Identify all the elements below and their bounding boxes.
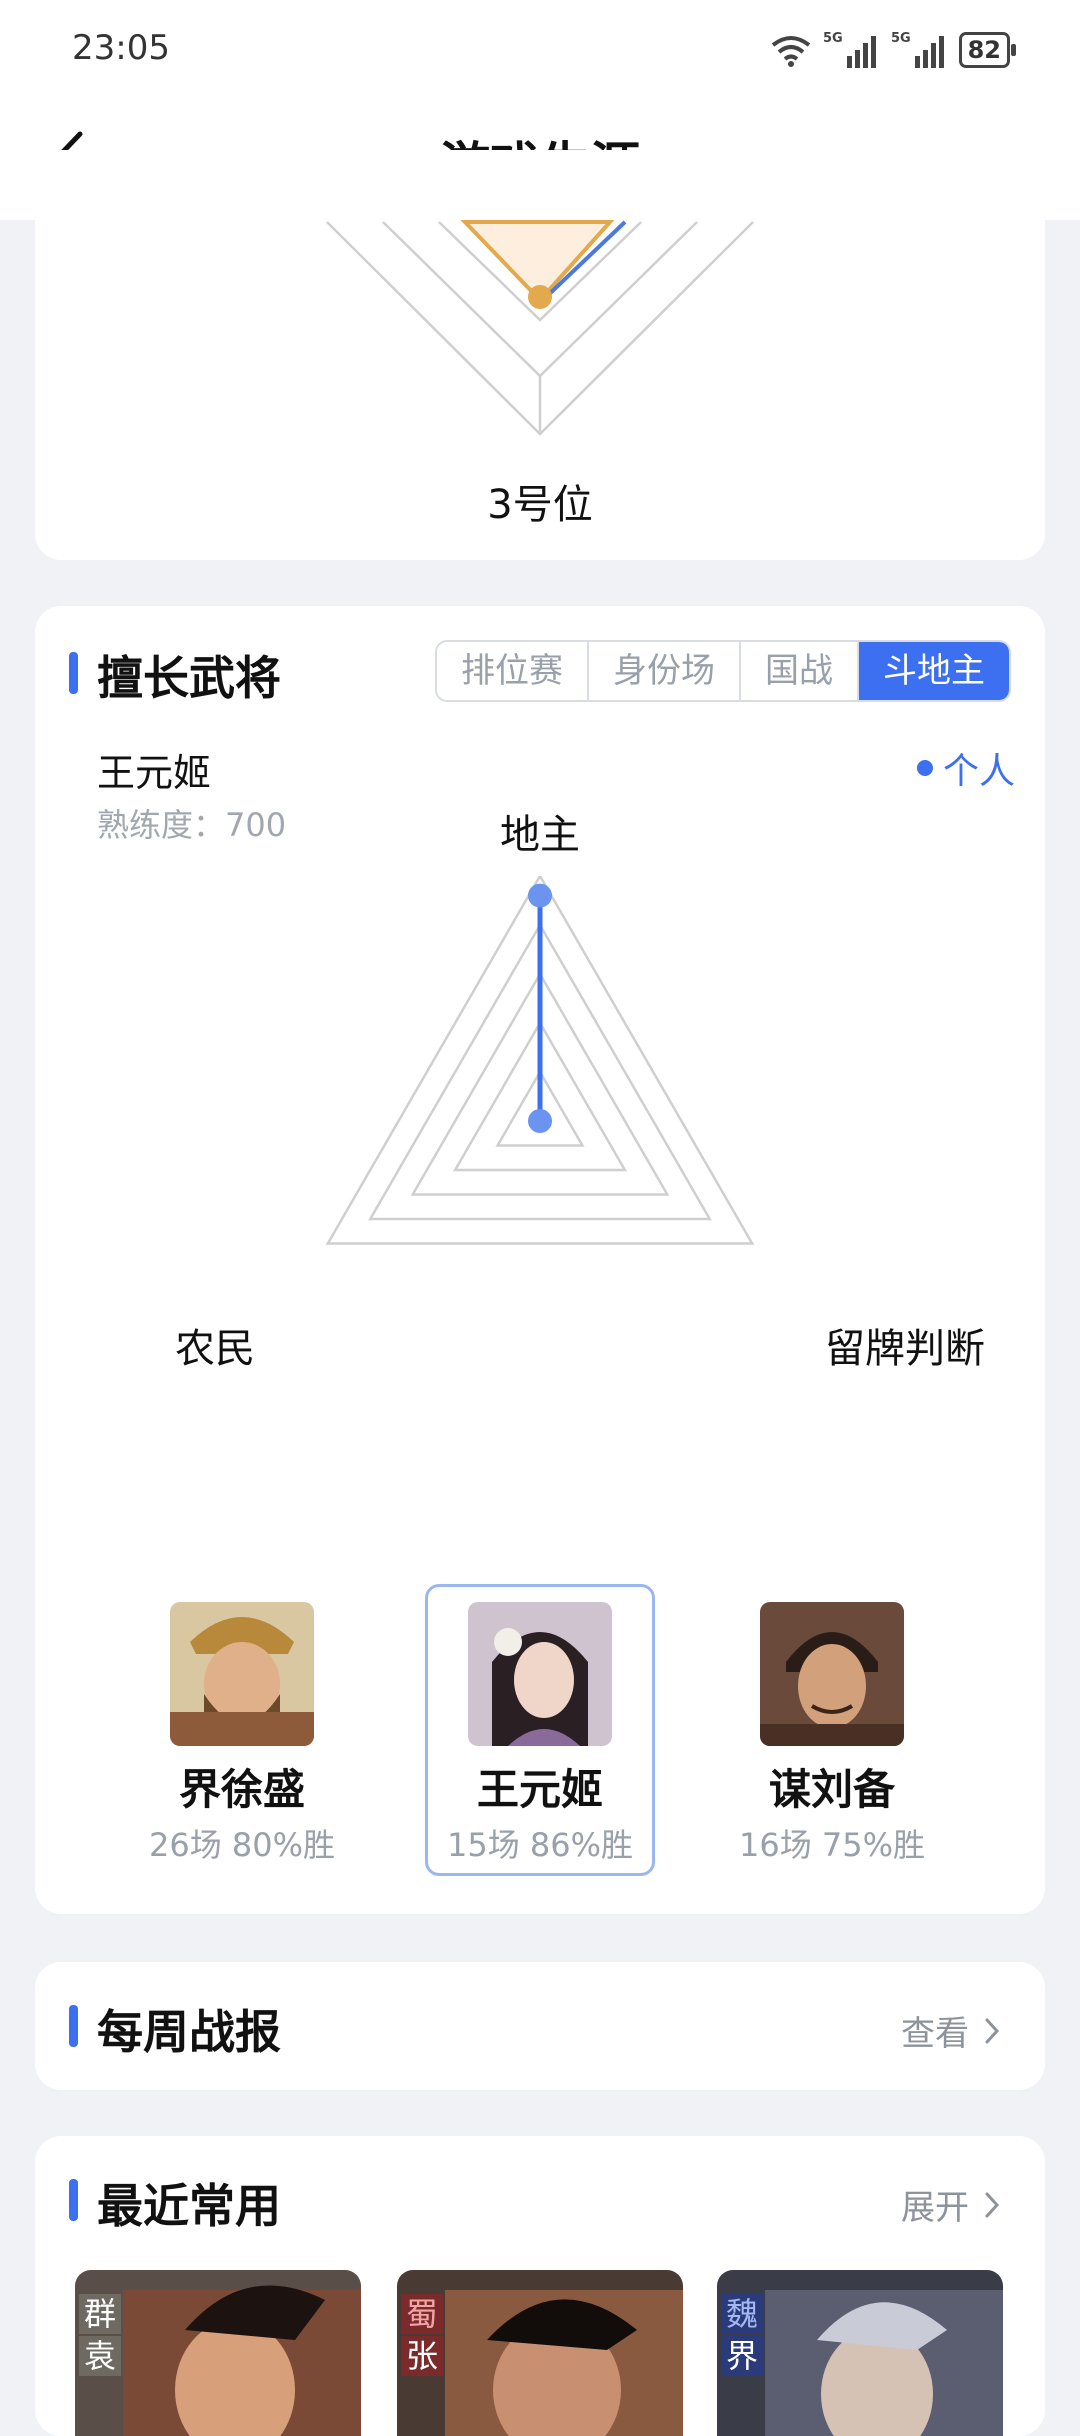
favorite-generals-card: 擅长武将 排位赛 身份场 国战 斗地主 王元姬 熟练度：700 个人 地主 农民… [35, 606, 1045, 1914]
general-name-vertical: 界 [721, 2336, 763, 2376]
battery-indicator: 82 [958, 32, 1017, 68]
radar-axis-label-top: 地主 [500, 812, 580, 858]
radar-axis-label-left: 农民 [175, 1326, 255, 1372]
faction-badge: 蜀 [401, 2294, 443, 2334]
hero-portrait [760, 1602, 904, 1746]
legend-label: 个人 [942, 751, 1015, 792]
faction-badge: 群 [79, 2294, 121, 2334]
recent-general-card[interactable]: 蜀 张 [397, 2270, 683, 2436]
hero-portrait [170, 1602, 314, 1746]
selected-general-name: 王元姬 [97, 751, 212, 795]
radar-point [528, 1109, 552, 1133]
lord-portrait-icon [760, 1602, 904, 1746]
chevron-right-icon [985, 2018, 1000, 2043]
tab-landlord[interactable]: 斗地主 [859, 642, 1009, 700]
radar-point [528, 285, 552, 309]
radar-axis-label-right: 留牌判断 [825, 1326, 985, 1372]
hero-name: 谋刘备 [768, 1765, 895, 1814]
view-link[interactable]: 查看 [901, 2006, 1003, 2055]
status-icons: 5G 5G 82 [769, 28, 1017, 72]
hero-name: 界徐盛 [178, 1765, 305, 1814]
tab-identity[interactable]: 身份场 [589, 642, 741, 700]
skill-radar-chart [325, 876, 755, 1245]
wifi-icon [771, 36, 810, 67]
section-accent-bar [69, 2005, 78, 2047]
section-title: 每周战报 [97, 2005, 281, 2059]
general-name-vertical: 张 [401, 2336, 443, 2376]
legend-dot-icon [916, 760, 933, 776]
lady-portrait-icon [468, 1602, 612, 1746]
hero-card-1[interactable]: 界徐盛 26场 80%胜 [127, 1584, 357, 1876]
general-name-vertical: 袁 [79, 2336, 121, 2376]
proficiency-text: 熟练度：700 [97, 806, 287, 844]
hero-portrait [468, 1602, 612, 1746]
expand-link-label: 展开 [901, 2188, 969, 2228]
mode-tabs: 排位赛 身份场 国战 斗地主 [435, 640, 1011, 702]
hero-card-3[interactable]: 谋刘备 16场 75%胜 [717, 1584, 947, 1876]
recent-general-card[interactable]: 群 袁 [75, 2270, 361, 2436]
view-link-label: 查看 [901, 2014, 969, 2054]
section-accent-bar [69, 2179, 78, 2221]
section-accent-bar [69, 652, 78, 694]
tab-ranked[interactable]: 排位赛 [437, 642, 589, 700]
section-title: 最近常用 [97, 2179, 281, 2233]
legend-personal[interactable]: 个人 [916, 742, 1015, 794]
section-title: 擅长武将 [97, 651, 281, 705]
status-time: 23:05 [72, 28, 170, 68]
expand-link[interactable]: 展开 [901, 2180, 1003, 2229]
radar-axis-label-bottom: 3号位 [487, 482, 593, 528]
recent-general-card[interactable]: 魏 界 [717, 2270, 1003, 2436]
hero-card-2[interactable]: 王元姬 15场 86%胜 [425, 1584, 655, 1876]
position-radar-card: 3号位 [35, 150, 1045, 560]
weekly-report-card[interactable]: 每周战报 查看 [35, 1962, 1045, 2090]
hero-stats: 15场 86%胜 [446, 1826, 634, 1864]
status-bar: 23:05 5G 5G 82 [0, 0, 1080, 100]
faction-badge: 魏 [721, 2294, 763, 2334]
radar-point [528, 883, 552, 908]
recently-used-card: 最近常用 展开 群 袁 蜀 张 魏 界 [35, 2136, 1045, 2436]
network-type-label: 5G [823, 31, 843, 46]
signal-icon-2: 5G [891, 31, 944, 68]
hero-name: 王元姬 [476, 1765, 603, 1814]
tab-national-war[interactable]: 国战 [741, 642, 859, 700]
hero-stats: 16场 75%胜 [738, 1826, 926, 1864]
signal-icon: 5G [823, 31, 876, 68]
chevron-right-icon [985, 2192, 1000, 2217]
hero-stats: 26场 80%胜 [148, 1826, 336, 1864]
network-type-label-2: 5G [891, 31, 911, 46]
warrior-portrait-icon [170, 1602, 314, 1746]
